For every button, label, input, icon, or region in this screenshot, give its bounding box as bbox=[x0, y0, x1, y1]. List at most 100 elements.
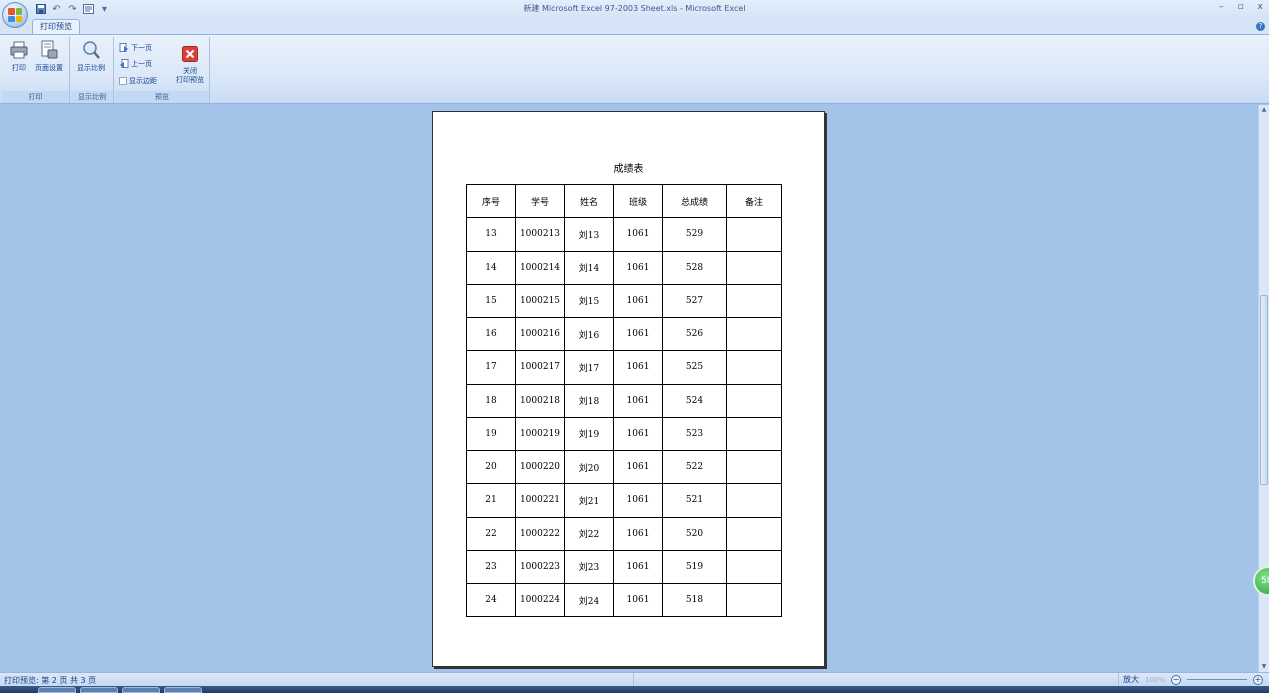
status-text: 打印预览: 第 2 页 共 3 页 bbox=[4, 676, 97, 685]
table-row: 23 1000223 刘23 1061 519 bbox=[466, 549, 782, 585]
cell-name: 刘23 bbox=[564, 549, 614, 585]
help-icon[interactable]: ? bbox=[1256, 22, 1265, 31]
window-title: 新建 Microsoft Excel 97-2003 Sheet.xls - M… bbox=[523, 4, 746, 13]
cell-class: 1061 bbox=[613, 582, 663, 618]
close-print-preview-button[interactable]: 关闭 打印预览 bbox=[173, 39, 207, 85]
close-preview-label-1: 关闭 bbox=[183, 67, 197, 75]
show-margins-checkbox[interactable]: 显示边距 bbox=[119, 74, 157, 87]
cell-index: 21 bbox=[466, 483, 516, 518]
cell-student-id: 1000217 bbox=[515, 350, 565, 385]
ribbon: 打印 页面设置 打印 显示比例 显示比例 下一页 上一页 显示边距 关闭 打印预… bbox=[0, 34, 1269, 104]
table-row: 20 1000220 刘20 1061 522 bbox=[466, 449, 782, 485]
taskbar-button[interactable] bbox=[38, 687, 76, 693]
scroll-down-icon[interactable]: ▼ bbox=[1259, 662, 1269, 672]
cell-remarks bbox=[726, 383, 782, 418]
header-student-id: 学号 bbox=[515, 183, 565, 219]
prev-page-button[interactable]: 上一页 bbox=[118, 57, 152, 70]
cell-index: 22 bbox=[466, 516, 516, 551]
zoom-in-icon[interactable]: + bbox=[1253, 674, 1263, 685]
cell-class: 1061 bbox=[613, 283, 663, 319]
cell-student-id: 1000214 bbox=[515, 250, 565, 285]
cell-total-score: 526 bbox=[662, 316, 727, 352]
taskbar-button[interactable] bbox=[80, 687, 118, 693]
show-margins-checkbox-box[interactable] bbox=[119, 76, 127, 85]
header-class: 班级 bbox=[613, 183, 663, 219]
ribbon-group-zoom: 显示比例 显示比例 bbox=[71, 37, 114, 103]
preview-page[interactable]: 成绩表 序号 学号 姓名 班级 总成绩 备注 13 1000213 刘13 1061 5… bbox=[432, 111, 825, 667]
office-button[interactable] bbox=[2, 2, 28, 28]
page-setup-icon bbox=[38, 39, 60, 61]
cell-index: 16 bbox=[466, 316, 516, 352]
taskbar-button[interactable] bbox=[122, 687, 160, 693]
status-divider bbox=[633, 673, 634, 687]
cell-name: 刘21 bbox=[564, 483, 614, 518]
cell-name: 刘24 bbox=[564, 582, 614, 618]
next-page-button[interactable]: 下一页 bbox=[118, 41, 152, 54]
minimize-button[interactable]: – bbox=[1219, 2, 1224, 12]
group-label-preview: 预览 bbox=[115, 91, 209, 103]
cell-total-score: 527 bbox=[662, 283, 727, 319]
close-button[interactable]: x bbox=[1258, 2, 1263, 12]
next-page-icon bbox=[118, 42, 129, 53]
scrollbar-thumb[interactable] bbox=[1260, 295, 1268, 485]
zoom-button[interactable]: 显示比例 bbox=[76, 39, 106, 73]
taskbar-button[interactable] bbox=[164, 687, 202, 693]
magnifier-icon bbox=[80, 39, 102, 61]
ribbon-group-print: 打印 页面设置 打印 bbox=[2, 37, 70, 103]
header-remarks: 备注 bbox=[726, 183, 782, 219]
cell-student-id: 1000220 bbox=[515, 449, 565, 485]
status-bar: 打印预览: 第 2 页 共 3 页 放大 100% − + bbox=[0, 672, 1269, 687]
cell-name: 刘15 bbox=[564, 283, 614, 319]
prev-page-icon bbox=[118, 58, 129, 69]
prev-page-label: 上一页 bbox=[131, 59, 152, 68]
cell-name: 刘13 bbox=[564, 217, 614, 252]
cell-name: 刘20 bbox=[564, 449, 614, 485]
cell-name: 刘16 bbox=[564, 316, 614, 352]
cell-student-id: 1000224 bbox=[515, 582, 565, 618]
cell-class: 1061 bbox=[613, 549, 663, 585]
cell-remarks bbox=[726, 316, 782, 352]
cell-remarks bbox=[726, 250, 782, 285]
cell-name: 刘17 bbox=[564, 350, 614, 385]
cell-name: 刘22 bbox=[564, 516, 614, 551]
cell-remarks bbox=[726, 350, 782, 385]
zoom-out-icon[interactable]: − bbox=[1171, 674, 1181, 685]
cell-student-id: 1000216 bbox=[515, 316, 565, 352]
group-label-zoom: 显示比例 bbox=[71, 91, 113, 103]
cell-class: 1061 bbox=[613, 449, 663, 485]
cell-name: 刘18 bbox=[564, 383, 614, 418]
cell-student-id: 1000221 bbox=[515, 483, 565, 518]
close-preview-icon bbox=[179, 43, 201, 65]
close-preview-label-2: 打印预览 bbox=[176, 76, 204, 84]
cell-student-id: 1000219 bbox=[515, 416, 565, 452]
cell-index: 17 bbox=[466, 350, 516, 385]
cell-class: 1061 bbox=[613, 416, 663, 452]
print-button[interactable]: 打印 bbox=[4, 39, 34, 73]
zoom-label[interactable]: 放大 bbox=[1123, 674, 1139, 685]
page-setup-button[interactable]: 页面设置 bbox=[34, 39, 64, 73]
cell-student-id: 1000218 bbox=[515, 383, 565, 418]
show-margins-label: 显示边距 bbox=[129, 76, 157, 85]
cell-index: 18 bbox=[466, 383, 516, 418]
table-row: 16 1000216 刘16 1061 526 bbox=[466, 316, 782, 352]
cell-index: 23 bbox=[466, 549, 516, 585]
restore-button[interactable]: ▫ bbox=[1238, 2, 1244, 12]
cell-student-id: 1000223 bbox=[515, 549, 565, 585]
cell-remarks bbox=[726, 283, 782, 319]
table-header-row: 序号 学号 姓名 班级 总成绩 备注 bbox=[466, 183, 782, 219]
zoom-slider[interactable] bbox=[1187, 679, 1247, 680]
printer-icon bbox=[8, 39, 30, 61]
cell-index: 24 bbox=[466, 582, 516, 618]
cell-class: 1061 bbox=[613, 250, 663, 285]
scroll-up-icon[interactable]: ▲ bbox=[1259, 105, 1269, 115]
tab-print-preview[interactable]: 打印预览 bbox=[32, 19, 80, 35]
cell-remarks bbox=[726, 483, 782, 518]
zoom-controls: 放大 100% − + bbox=[1123, 674, 1263, 685]
cell-class: 1061 bbox=[613, 483, 663, 518]
office-logo-icon bbox=[8, 8, 22, 22]
zoom-button-label: 显示比例 bbox=[77, 64, 105, 72]
window-controls: – ▫ x bbox=[1219, 2, 1263, 12]
cell-index: 19 bbox=[466, 416, 516, 452]
cell-index: 20 bbox=[466, 449, 516, 485]
table-row: 17 1000217 刘17 1061 525 bbox=[466, 350, 782, 385]
